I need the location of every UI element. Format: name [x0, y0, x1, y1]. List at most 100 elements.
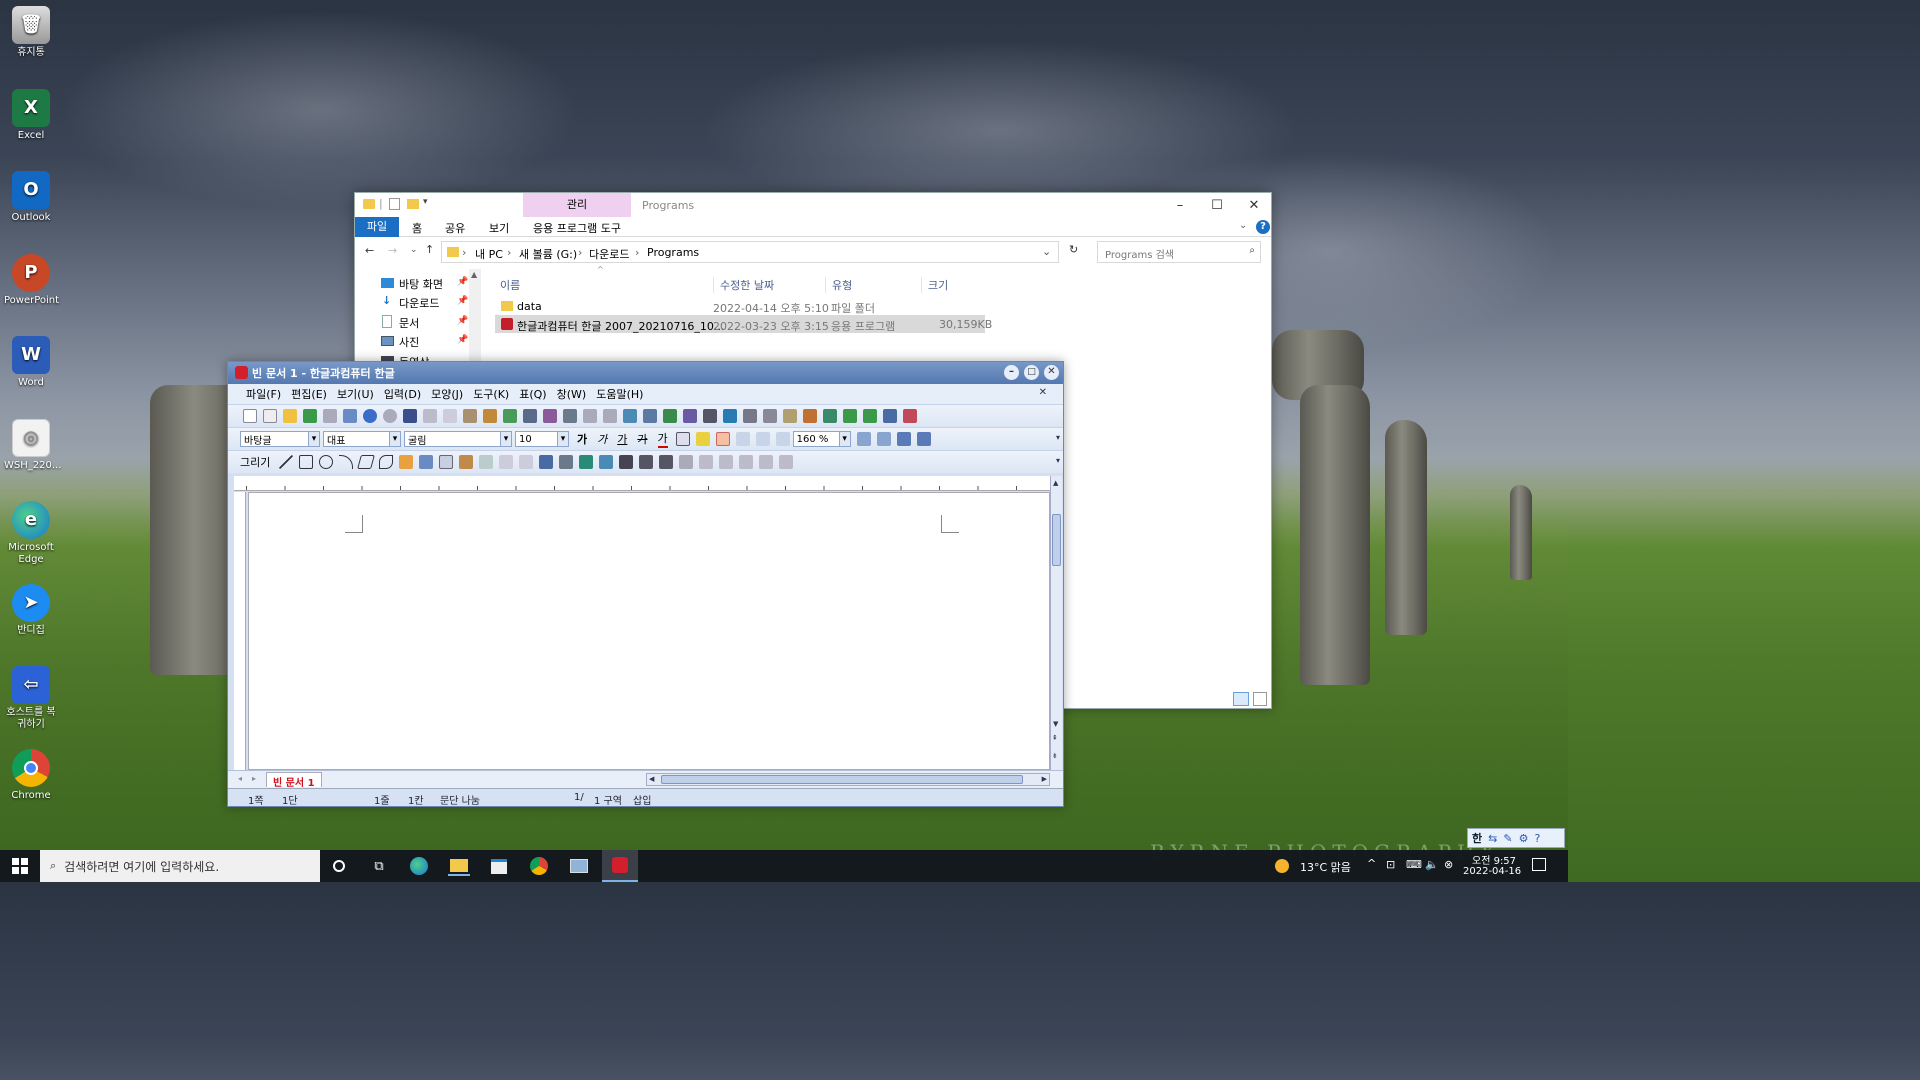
align-right-icon[interactable]	[775, 432, 790, 446]
ime-hanja-icon[interactable]: ⇆	[1488, 832, 1497, 845]
rotate-icon[interactable]	[739, 455, 754, 469]
curve-icon[interactable]	[379, 455, 394, 469]
menu-file[interactable]: 파일(F)	[246, 386, 281, 402]
tab-app-tools[interactable]: 응용 프로그램 도구	[533, 220, 621, 236]
minimize-button[interactable]: –	[1004, 365, 1019, 380]
qat-dropdown-icon[interactable]: ▾	[423, 197, 428, 207]
template-icon[interactable]	[263, 409, 277, 423]
table-row[interactable]: 한글과컴퓨터 한글 2007_20210716_10... 2022-03-23…	[495, 315, 992, 333]
text-art-icon[interactable]	[439, 455, 454, 469]
memo-icon[interactable]	[783, 409, 797, 423]
menu-edit[interactable]: 편집(E)	[291, 386, 327, 402]
italic-button[interactable]: 가	[597, 431, 607, 447]
maximize-button[interactable]: □	[1024, 365, 1039, 380]
scroll-thumb[interactable]	[1052, 514, 1061, 566]
tab-share[interactable]: 공유	[445, 220, 465, 236]
redo-icon[interactable]	[383, 409, 397, 423]
align-center-icon[interactable]	[755, 432, 770, 446]
ime-tools-icon[interactable]: ⚙	[1519, 832, 1529, 845]
scroll-thumb[interactable]	[661, 775, 1023, 784]
distribute-icon[interactable]	[719, 455, 734, 469]
numbering-icon[interactable]	[896, 432, 911, 446]
pin-icon[interactable]: 📌	[457, 316, 468, 326]
shape-gallery-icon[interactable]	[459, 455, 474, 469]
header-icon[interactable]	[823, 409, 837, 423]
pin-icon[interactable]: 📌	[457, 296, 468, 306]
ungroup-icon[interactable]	[519, 455, 534, 469]
status-mode[interactable]: 삽입	[633, 792, 651, 807]
outdent-icon[interactable]	[876, 432, 891, 446]
up-arrow-icon[interactable]: ↑	[425, 243, 434, 256]
underline-button[interactable]: 가	[617, 431, 627, 447]
scroll-up-icon[interactable]: ▲	[471, 270, 477, 279]
fields-icon[interactable]	[763, 409, 777, 423]
menu-help[interactable]: 도움말(H)	[596, 386, 643, 402]
endnote-icon[interactable]	[863, 409, 877, 423]
columns-icon[interactable]	[563, 409, 577, 423]
tab-view[interactable]: 보기	[489, 220, 509, 236]
close-button[interactable]: ✕	[1044, 365, 1059, 380]
page-up-icon[interactable]: ⇞	[1052, 734, 1058, 742]
column-header-type[interactable]: 유형	[825, 277, 852, 293]
tab-file[interactable]: 파일	[355, 217, 399, 237]
scroll-left-icon[interactable]: ◀	[649, 775, 654, 783]
menu-view[interactable]: 보기(U)	[337, 386, 374, 402]
table-insert-icon[interactable]	[643, 409, 657, 423]
para-shape-icon[interactable]	[543, 409, 557, 423]
recent-chevron-icon[interactable]: ⌄	[410, 245, 418, 255]
symbol-icon[interactable]	[723, 409, 737, 423]
menu-window[interactable]: 창(W)	[557, 386, 587, 402]
tab-nav-prev-icon[interactable]: ◂	[238, 774, 242, 783]
address-dropdown-icon[interactable]: ⌄	[1042, 245, 1051, 258]
scroll-up-icon[interactable]: ▲	[1053, 479, 1058, 487]
table-row[interactable]: data 2022-04-14 오후 5:10 파일 폴더	[495, 297, 985, 315]
copy-icon[interactable]	[443, 409, 457, 423]
help-icon[interactable]: ?	[1256, 220, 1270, 234]
fill-color-icon[interactable]	[559, 455, 574, 469]
menu-tools[interactable]: 도구(K)	[473, 386, 509, 402]
column-header-size[interactable]: 크기	[921, 277, 948, 293]
shadow-icon[interactable]	[679, 455, 694, 469]
properties-icon[interactable]	[389, 198, 400, 210]
scroll-right-icon[interactable]: ▶	[1042, 775, 1047, 783]
windows-start-icon[interactable]	[12, 858, 28, 874]
language-select[interactable]: 대표	[323, 431, 401, 447]
desktop-icon-edge[interactable]: e Microsoft Edge	[4, 501, 58, 566]
address-bar[interactable]: 내 PC 새 볼륨 (G:) 다운로드 Programs › › › › ⌄	[441, 241, 1059, 263]
ime-help-icon[interactable]: ?	[1534, 832, 1540, 845]
desktop-icon-wsh[interactable]: ◎ WSH_220...	[4, 419, 61, 472]
weather-text[interactable]: 13°C 맑음	[1300, 859, 1351, 875]
char-shape-icon[interactable]	[523, 409, 537, 423]
back-arrow-icon[interactable]: ←	[365, 244, 374, 257]
find-icon[interactable]	[403, 409, 417, 423]
column-header-name[interactable]: 이름	[500, 277, 520, 293]
ime-mode-button[interactable]: 한	[1472, 830, 1482, 846]
chrome-taskbar-icon[interactable]	[528, 856, 550, 876]
toolbar-overflow-icon[interactable]: ▾	[1056, 456, 1060, 465]
desktop-icon-outlook[interactable]: O Outlook	[4, 171, 58, 224]
ribbon-expand-icon[interactable]: ⌄	[1239, 220, 1247, 231]
vertical-ruler[interactable]	[234, 492, 246, 770]
spellcheck-icon[interactable]	[503, 409, 517, 423]
line-color-icon[interactable]	[539, 455, 554, 469]
cortana-icon[interactable]	[328, 856, 350, 876]
line-width-icon[interactable]	[639, 455, 654, 469]
tray-chevron-icon[interactable]: ^	[1367, 857, 1376, 870]
draw-menu-button[interactable]: 그리기	[240, 454, 270, 470]
volume-icon[interactable]: 🔈	[1425, 858, 1439, 871]
textbox-icon[interactable]	[743, 409, 757, 423]
save-icon[interactable]	[303, 409, 317, 423]
rectangle-icon[interactable]	[299, 455, 314, 469]
format-painter-icon[interactable]	[483, 409, 497, 423]
line-style-icon[interactable]	[619, 455, 634, 469]
desktop-icon-bandizip[interactable]: ➤ 반디집	[4, 584, 58, 637]
tab-nav-next-icon[interactable]: ▸	[252, 774, 256, 783]
ime-pad-icon[interactable]: ✎	[1503, 832, 1512, 845]
bold-button[interactable]: 가	[577, 431, 587, 447]
edge-taskbar-icon[interactable]	[408, 856, 430, 876]
store-taskbar-icon[interactable]	[488, 856, 510, 876]
document-close-icon[interactable]: ✕	[1039, 387, 1047, 398]
document-editing-area[interactable]	[248, 492, 1050, 770]
arrow-style-icon[interactable]	[659, 455, 674, 469]
notification-icon[interactable]	[1532, 858, 1546, 871]
